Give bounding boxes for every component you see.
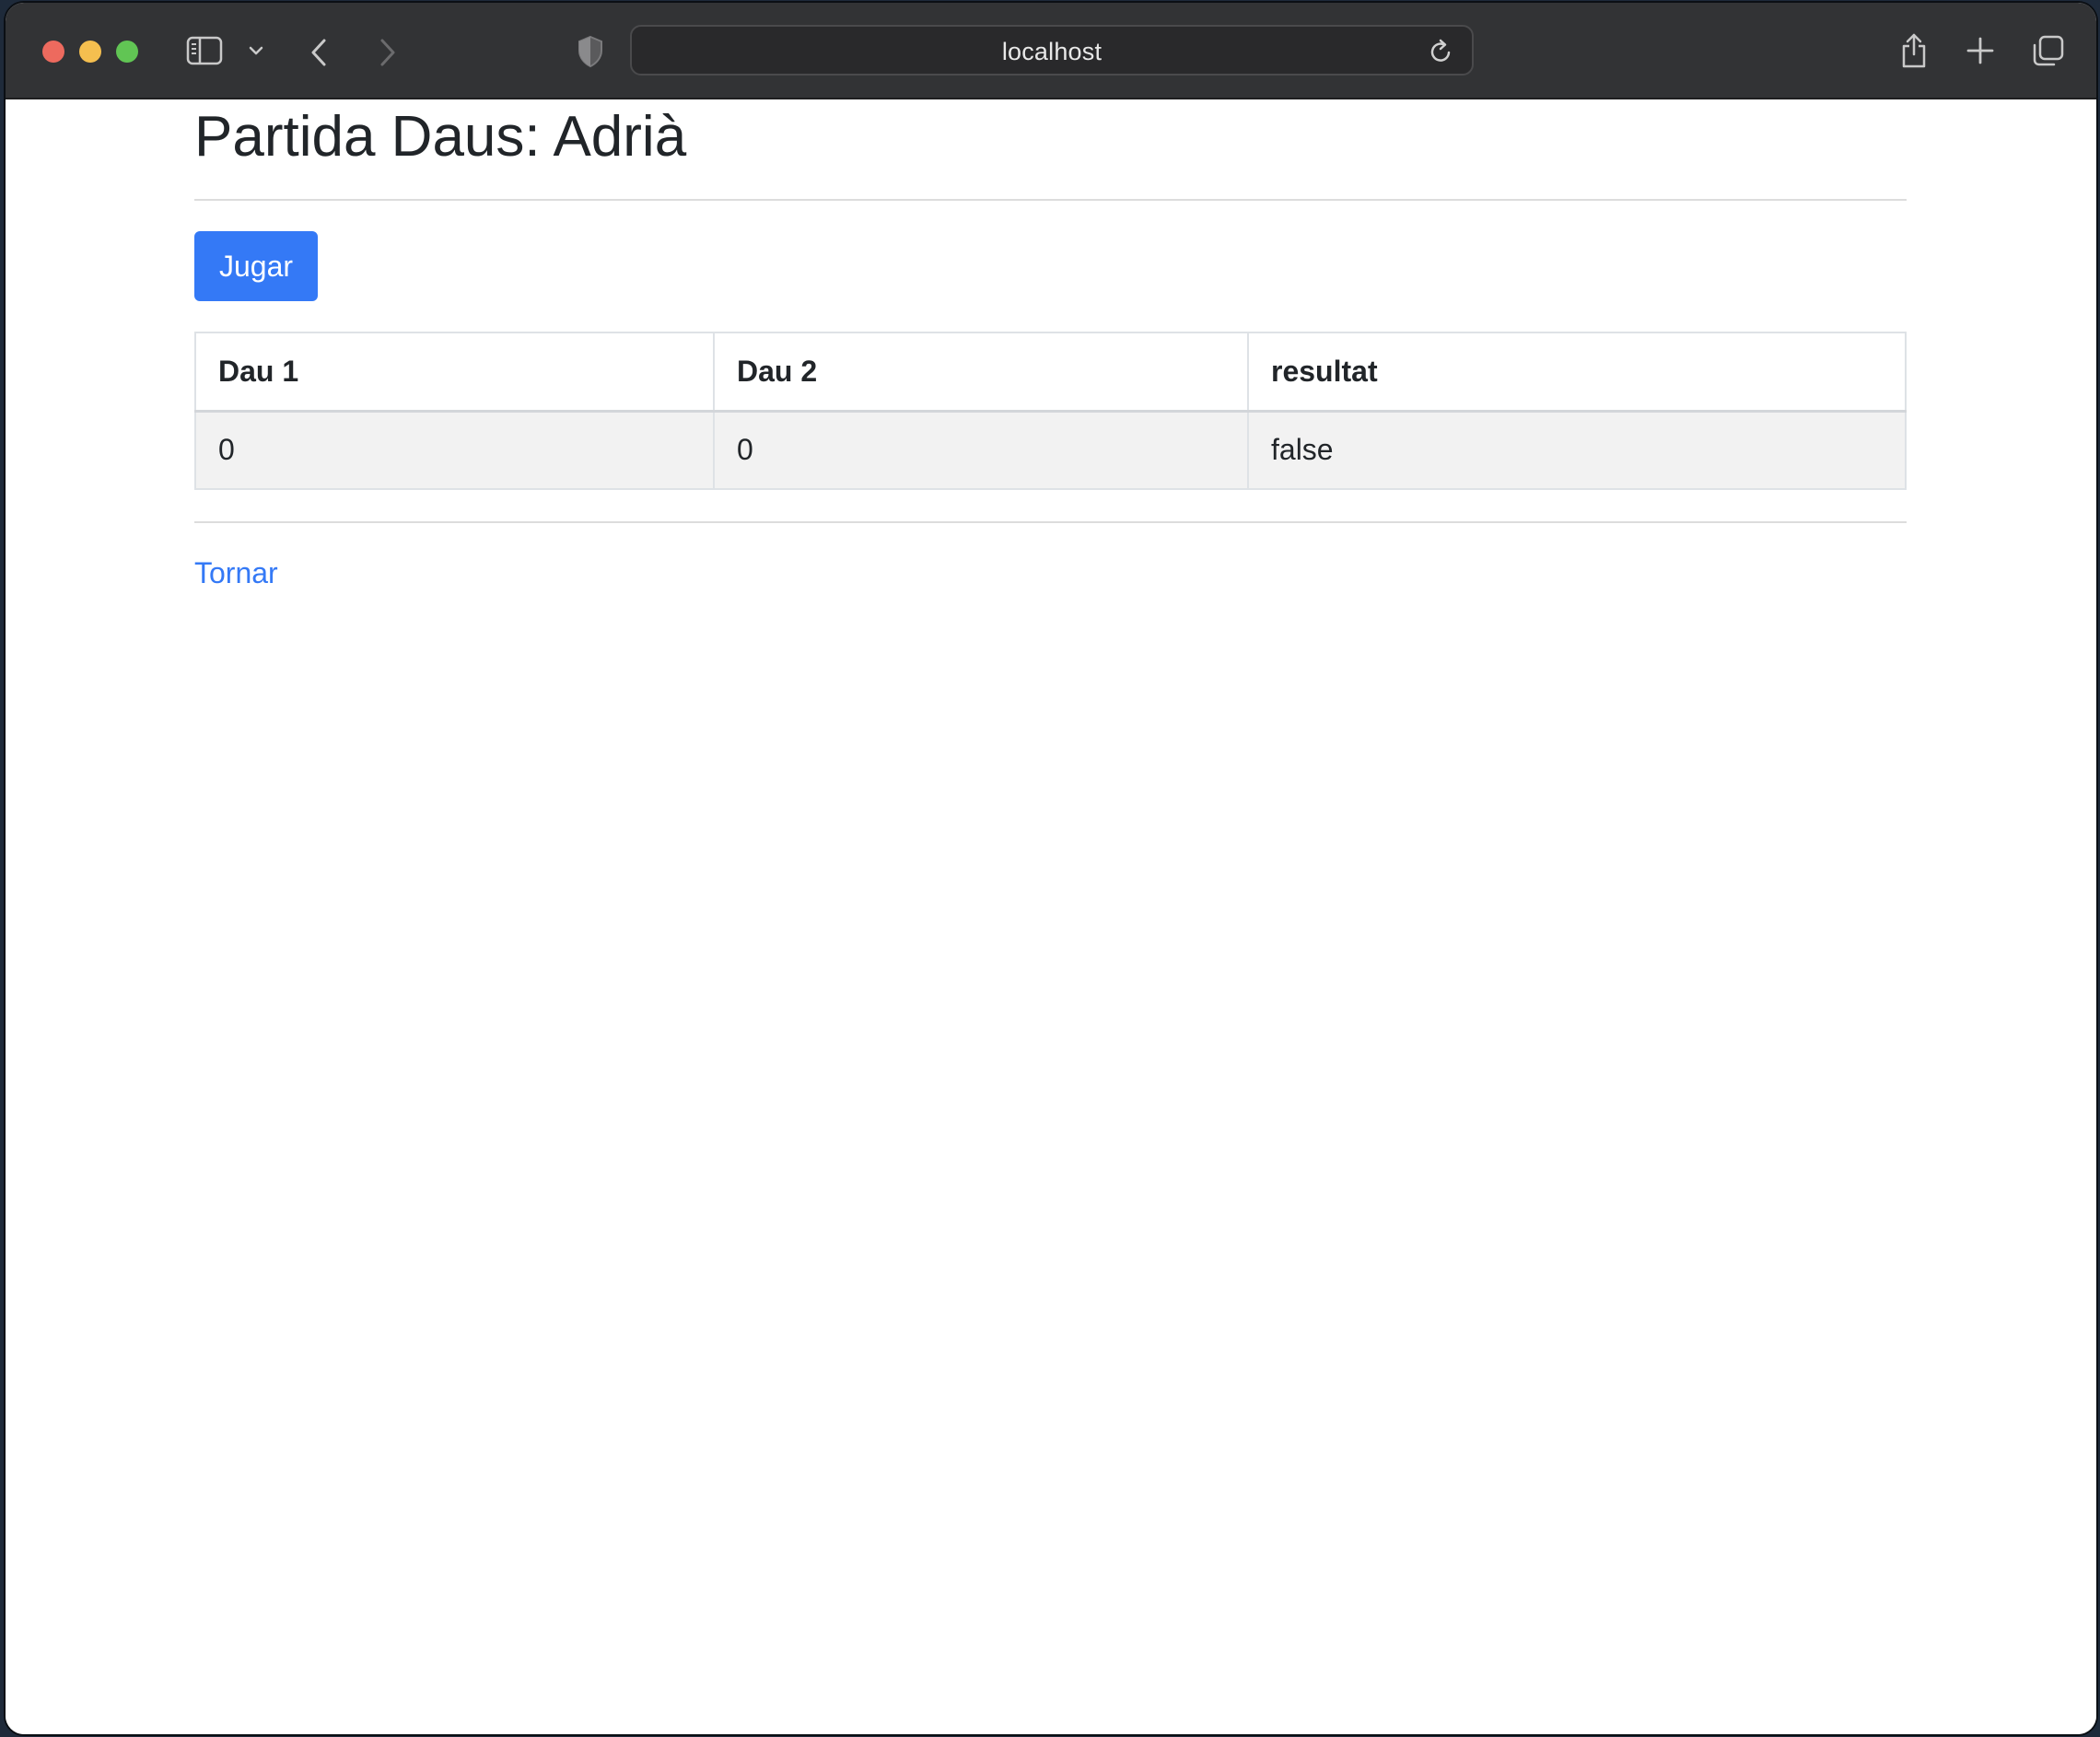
play-button[interactable]: Jugar: [194, 231, 318, 301]
column-header-dau-2: Dau 2: [713, 332, 1249, 412]
tab-group-chevron-down-icon[interactable]: [249, 45, 263, 56]
column-header-resultat: resultat: [1247, 332, 1907, 412]
column-header-dau-1: Dau 1: [194, 332, 715, 412]
sidebar-toggle-icon[interactable]: [186, 36, 223, 65]
address-text: localhost: [1001, 38, 1102, 65]
back-link[interactable]: Tornar: [194, 556, 278, 590]
tab-overview-icon[interactable]: [2032, 34, 2065, 67]
reload-icon[interactable]: [1429, 39, 1453, 69]
privacy-shield-icon[interactable]: [577, 35, 604, 68]
back-arrow-icon[interactable]: [309, 38, 330, 67]
browser-toolbar: localhost: [6, 3, 2096, 99]
title-divider: [194, 199, 1907, 201]
zoom-window-button[interactable]: [116, 41, 138, 63]
minimize-window-button[interactable]: [79, 41, 101, 63]
forward-arrow-icon[interactable]: [377, 38, 397, 67]
cell-dau-1: 0: [194, 410, 715, 490]
share-icon[interactable]: [1899, 32, 1929, 69]
close-window-button[interactable]: [42, 41, 64, 63]
page-content: Partida Daus: Adrià Jugar Dau 1 Dau 2 re…: [6, 99, 2096, 1734]
cell-dau-2: 0: [713, 410, 1249, 490]
address-bar[interactable]: localhost: [630, 25, 1474, 76]
results-table: Dau 1 Dau 2 resultat 0 0 false: [194, 332, 1907, 490]
browser-window: localhost Partida Daus: Adrià Jugar Dau …: [6, 3, 2096, 1734]
table-row: 0 0 false: [194, 410, 1907, 490]
page-title: Partida Daus: Adrià: [194, 105, 687, 169]
cell-resultat: false: [1247, 410, 1907, 490]
new-tab-plus-icon[interactable]: [1966, 37, 1994, 64]
table-divider: [194, 521, 1907, 523]
table-header-row: Dau 1 Dau 2 resultat: [194, 332, 1907, 412]
